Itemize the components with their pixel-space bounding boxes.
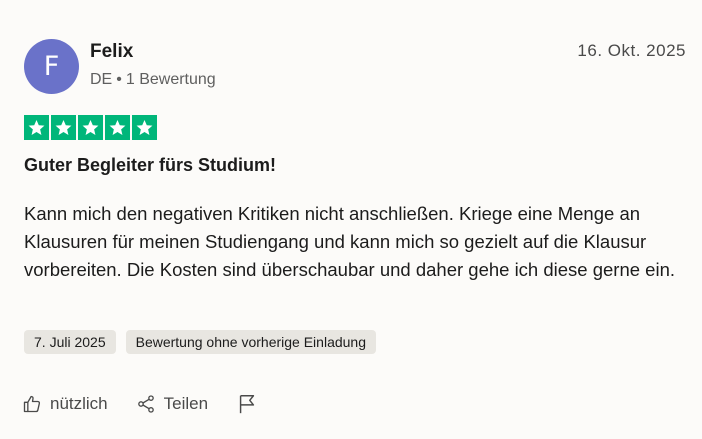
reviewer-review-count: 1 Bewertung	[125, 71, 216, 88]
review-card: F Felix DE • 1 Bewertung 16. Okt. 2025 Gut…	[0, 0, 702, 439]
meta-separator: •	[116, 71, 122, 88]
avatar[interactable]: F	[24, 39, 79, 94]
flag-icon	[236, 393, 258, 415]
share-icon	[136, 394, 156, 414]
review-actions: nützlich Teilen	[22, 393, 258, 415]
star-icon	[24, 115, 49, 140]
star-icon	[132, 115, 157, 140]
star-icon	[78, 115, 103, 140]
reviewer-name[interactable]: Felix	[90, 41, 133, 63]
experience-date-tag: 7. Juli 2025	[24, 330, 116, 354]
avatar-initial: F	[43, 51, 60, 82]
review-text: Kann mich den negativen Kritiken nicht a…	[24, 203, 676, 280]
star-rating	[24, 115, 157, 140]
reviewer-meta: DE • 1 Bewertung	[90, 71, 216, 89]
share-label: Teilen	[163, 394, 209, 413]
star-icon	[105, 115, 130, 140]
review-tags: 7. Juli 2025 Bewertung ohne vorherige Ei…	[24, 330, 376, 354]
review-title: Guter Begleiter fürs Studium!	[24, 155, 277, 175]
useful-label: nützlich	[50, 394, 108, 413]
reviewer-country: DE	[90, 71, 113, 88]
useful-button[interactable]: nützlich	[22, 394, 108, 414]
share-button[interactable]: Teilen	[136, 394, 208, 414]
report-button[interactable]	[236, 393, 258, 415]
invitation-tag[interactable]: Bewertung ohne vorherige Einladung	[125, 330, 376, 354]
review-date: 16. Okt. 2025	[577, 41, 686, 60]
star-icon	[51, 115, 76, 140]
thumbs-up-icon	[22, 394, 42, 414]
